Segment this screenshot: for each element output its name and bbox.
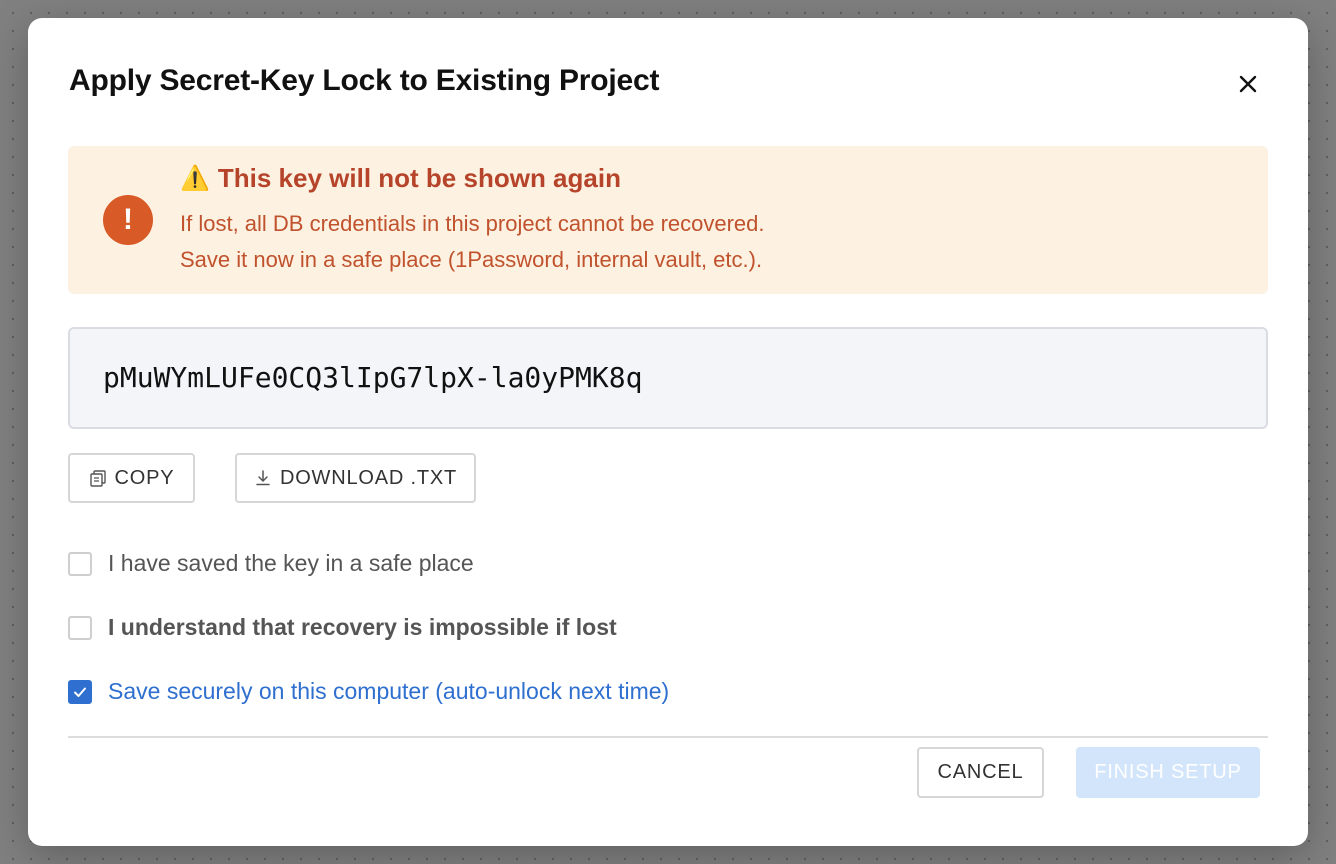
checkbox-save-on-computer[interactable]: Save securely on this computer (auto-unl… [68,678,669,705]
download-button-label: DOWNLOAD .TXT [279,466,458,489]
warning-triangle-icon: ⚠️ [180,165,210,192]
secret-key-display[interactable]: pMuWYmLUFe0CQ3lIpG7lpX-la0yPMK8q [68,327,1268,429]
warning-title-row: ⚠️ This key will not be shown again [180,163,621,194]
finish-setup-button[interactable]: FINISH SETUP [1076,747,1260,798]
copy-icon [89,470,106,487]
warning-message-line-1: If lost, all DB credentials in this proj… [180,211,765,236]
checkmark-icon [74,687,86,697]
dialog-title: Apply Secret-Key Lock to Existing Projec… [69,64,660,97]
checkbox-saved-key-box[interactable] [68,551,92,576]
checkbox-saved-key[interactable]: I have saved the key in a safe place [68,550,474,577]
cancel-button[interactable]: CANCEL [917,747,1044,798]
finish-setup-button-label: FINISH SETUP [1094,761,1242,783]
cancel-button-label: CANCEL [937,761,1024,783]
copy-button-label: COPY [114,466,175,489]
checkbox-understand-recovery-box[interactable] [68,615,92,640]
secret-key-value[interactable]: pMuWYmLUFe0CQ3lIpG7lpX-la0yPMK8q [103,361,642,394]
checkbox-save-on-computer-box[interactable] [68,679,92,704]
footer-divider [68,736,1268,738]
checkbox-understand-recovery[interactable]: I understand that recovery is impossible… [68,614,617,641]
checkbox-save-on-computer-label[interactable]: Save securely on this computer (auto-unl… [108,678,669,705]
warning-message-line-2: Save it now in a safe place (1Password, … [180,247,763,272]
checkbox-understand-recovery-label[interactable]: I understand that recovery is impossible… [108,614,617,641]
close-icon [1239,75,1257,93]
secret-key-lock-dialog: Apply Secret-Key Lock to Existing Projec… [28,18,1308,846]
download-txt-button[interactable]: DOWNLOAD .TXT [235,453,476,503]
download-icon [256,470,270,486]
warning-banner: ! ⚠️ This key will not be shown again If… [68,146,1268,294]
copy-button[interactable]: COPY [68,453,195,503]
checkbox-saved-key-label[interactable]: I have saved the key in a safe place [108,550,474,577]
warning-title: This key will not be shown again [217,163,621,193]
exclamation-circle-icon: ! [103,195,153,245]
close-button[interactable] [1232,68,1264,100]
